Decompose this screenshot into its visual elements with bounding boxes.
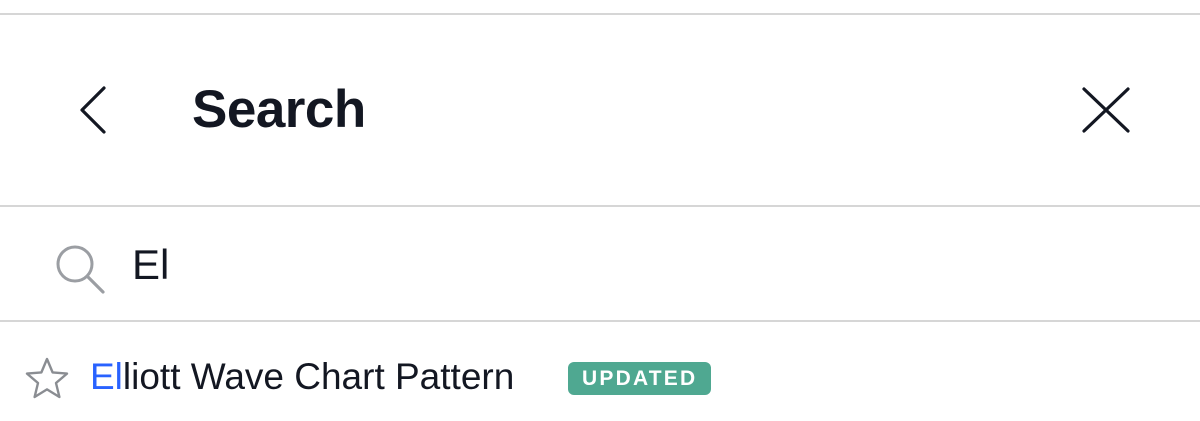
page-title: Search [192, 80, 366, 139]
close-icon [1082, 87, 1130, 133]
status-badge: UPDATED [568, 362, 712, 395]
search-icon [52, 241, 110, 299]
search-header: Search [0, 15, 1200, 205]
search-input[interactable] [132, 235, 1152, 295]
close-button[interactable] [1072, 77, 1140, 143]
star-outline-icon[interactable] [24, 356, 70, 400]
search-bar [0, 207, 1200, 320]
chevron-left-icon [80, 86, 106, 134]
back-button[interactable] [64, 75, 124, 145]
search-match-highlight: El [90, 356, 123, 397]
result-title-rest: liott Wave Chart Pattern [122, 356, 515, 397]
list-item[interactable]: Elliott Wave Chart Pattern UPDATED [0, 322, 1200, 421]
result-title[interactable]: Elliott Wave Chart Pattern [90, 352, 514, 402]
